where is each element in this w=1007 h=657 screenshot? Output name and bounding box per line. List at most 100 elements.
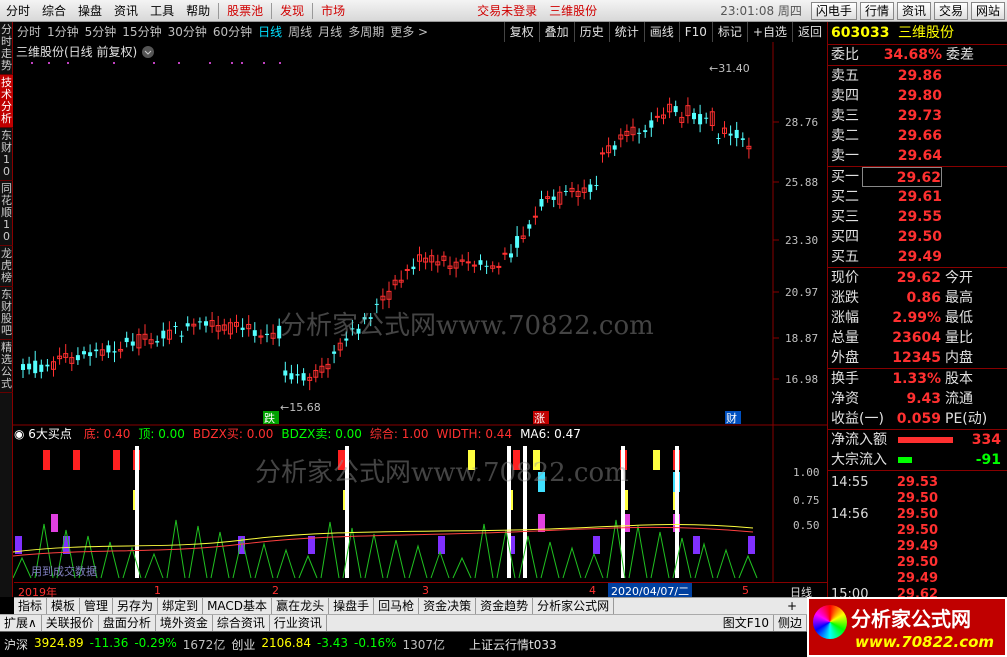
tick-price: 29.49 (896, 539, 938, 554)
menu-stock-pool[interactable]: 股票池 (221, 0, 269, 22)
period-weekly[interactable]: 周线 (285, 22, 315, 42)
period-1min[interactable]: 1分钟 (44, 22, 82, 42)
trade-button[interactable]: 交易 (933, 1, 968, 20)
stat-label: 涨跌 (831, 290, 859, 306)
tab-general-news[interactable]: 综合资讯 (213, 615, 270, 631)
candle (551, 196, 556, 200)
tab-bind[interactable]: 绑定到 (158, 598, 204, 614)
tab-manage[interactable]: 管理 (80, 598, 114, 614)
tool-back[interactable]: 返回 (791, 22, 827, 42)
quote-button[interactable]: 行情 (859, 1, 894, 20)
left-tab-ths[interactable]: 同花顺10 (0, 181, 13, 246)
tab-related-quote[interactable]: 关联报价 (42, 615, 99, 631)
sell-level-1[interactable]: 卖一 29.64 (828, 146, 1007, 166)
tab-foreign-funds[interactable]: 境外资金 (156, 615, 213, 631)
extension-tabs: 扩展∧ 关联报价 盘面分析 境外资金 综合资讯 行业资讯 图文F10 侧边 (0, 614, 807, 631)
left-tab-forum[interactable]: 东财股吧 (0, 287, 13, 340)
tab-expand[interactable]: 扩展∧ (0, 615, 42, 631)
period-5min[interactable]: 5分钟 (82, 22, 120, 42)
menu-item-1[interactable]: 综合 (36, 0, 72, 22)
indicator-name[interactable]: 6大买点 (28, 427, 72, 441)
period-60min[interactable]: 60分钟 (210, 22, 255, 42)
tick-row: 14:56 29.50 (828, 507, 1007, 523)
period-15min[interactable]: 15分钟 (119, 22, 164, 42)
indicator-menu-icon[interactable]: ◉ (14, 427, 28, 441)
sell-level-5[interactable]: 卖五 29.86 (828, 66, 1007, 86)
buy-level-4-label: 买四 (831, 229, 859, 245)
tab-fund-trend[interactable]: 资金趋势 (476, 598, 534, 614)
candle (33, 360, 38, 374)
sell-level-5-price: 29.86 (897, 68, 942, 84)
tab-leader[interactable]: 赢在龙头 (272, 598, 330, 614)
buy-level-2[interactable]: 买二 29.61 (828, 187, 1007, 207)
website-button[interactable]: 网站 (970, 1, 1005, 20)
buy-level-4[interactable]: 买四 29.50 (828, 227, 1007, 247)
news-button[interactable]: 资讯 (896, 1, 931, 20)
tab-trader[interactable]: 操盘手 (329, 598, 375, 614)
tab-formula-site[interactable]: 分析家公式网 (533, 598, 615, 614)
candle (496, 265, 502, 268)
badge-rise[interactable]: 涨 (533, 411, 549, 425)
status-index-label[interactable]: 创业 (231, 636, 255, 653)
left-tab-technical[interactable]: 技术分析 (0, 75, 13, 128)
buy-level-5[interactable]: 买五 29.49 (828, 247, 1007, 267)
tab-save-as[interactable]: 另存为 (113, 598, 159, 614)
menu-item-4[interactable]: 工具 (144, 0, 180, 22)
tab-indicator[interactable]: 指标 (14, 598, 48, 614)
candle (124, 337, 129, 343)
tab-pullback[interactable]: 回马枪 (374, 598, 420, 614)
menu-item-5[interactable]: 帮助 (180, 0, 216, 22)
period-more[interactable]: 更多 > (387, 22, 431, 42)
period-monthly[interactable]: 月线 (315, 22, 345, 42)
tab-f10[interactable]: 图文F10 (719, 615, 774, 631)
tab-template[interactable]: 模板 (47, 598, 81, 614)
tool-f10[interactable]: F10 (678, 22, 712, 42)
tool-add-watchlist[interactable]: +自选 (746, 22, 792, 42)
period-intraday[interactable]: 分时 (14, 22, 44, 42)
tool-overlay[interactable]: 叠加 (538, 22, 574, 42)
tool-mark[interactable]: 标记 (711, 22, 747, 42)
menu-item-0[interactable]: 分时 (0, 0, 36, 22)
tick-row: 14:55 29.53 (828, 475, 1007, 491)
period-multi[interactable]: 多周期 (345, 22, 387, 42)
left-tab-dragon[interactable]: 龙虎榜 (0, 246, 13, 287)
tab-industry-news[interactable]: 行业资讯 (270, 615, 327, 631)
tool-adjust[interactable]: 复权 (503, 22, 539, 42)
time-axis[interactable]: 2019年 1 2 3 4 2020/04/07/二 5 日线 (14, 582, 827, 599)
chart-canvas[interactable]: 三维股份(日线 前复权) 28.76 25.88 23.30 20.97 18.87 16… (13, 42, 827, 582)
tab-side[interactable]: 侧边 (774, 615, 807, 631)
buy-level-1[interactable]: 买一 29.62 (828, 167, 1007, 187)
buy-level-3[interactable]: 买三 29.55 (828, 207, 1007, 227)
tab-fund-decision[interactable]: 资金决策 (419, 598, 477, 614)
candle (637, 132, 642, 134)
menu-separator (271, 2, 273, 19)
flow-bar (898, 457, 912, 463)
sell-level-2[interactable]: 卖二 29.66 (828, 126, 1007, 146)
badge-drop[interactable]: 跌 (263, 411, 279, 425)
tab-macd[interactable]: MACD基本 (203, 598, 273, 614)
menu-item-2[interactable]: 操盘 (72, 0, 108, 22)
menu-market[interactable]: 市场 (315, 0, 351, 22)
left-tab-formula[interactable]: 精选公式 (0, 340, 13, 393)
tool-history[interactable]: 历史 (573, 22, 609, 42)
tick-price: 29.50 (896, 507, 938, 522)
tool-stats[interactable]: 统计 (608, 22, 644, 42)
period-daily[interactable]: 日线 (255, 22, 285, 42)
left-tab-eastmoney[interactable]: 东财10 (0, 128, 13, 181)
status-index-label[interactable]: 沪深 (4, 636, 28, 653)
sell-level-4-label: 卖四 (831, 88, 859, 104)
menu-discover[interactable]: 发现 (274, 0, 310, 22)
chart-menu-icon[interactable] (142, 46, 154, 58)
trade-status[interactable]: 交易未登录 (471, 0, 543, 22)
badge-finance[interactable]: 财 (725, 411, 741, 425)
period-30min[interactable]: 30分钟 (165, 22, 210, 42)
sell-level-3[interactable]: 卖三 29.73 (828, 106, 1007, 126)
left-tab-intraday[interactable]: 分时走势 (0, 22, 13, 75)
status-value-0: 3924.89 (34, 636, 84, 650)
flash-trade-button[interactable]: 闪电手 (810, 1, 857, 20)
indicator-header: ◉ 6大买点 底: 0.40 顶: 0.00 BDZX买: 0.00 BDZX卖: 0… (14, 425, 581, 441)
tab-market-analysis[interactable]: 盘面分析 (99, 615, 156, 631)
sell-level-4[interactable]: 卖四 29.80 (828, 86, 1007, 106)
tool-draw[interactable]: 画线 (643, 22, 679, 42)
menu-item-3[interactable]: 资讯 (108, 0, 144, 22)
